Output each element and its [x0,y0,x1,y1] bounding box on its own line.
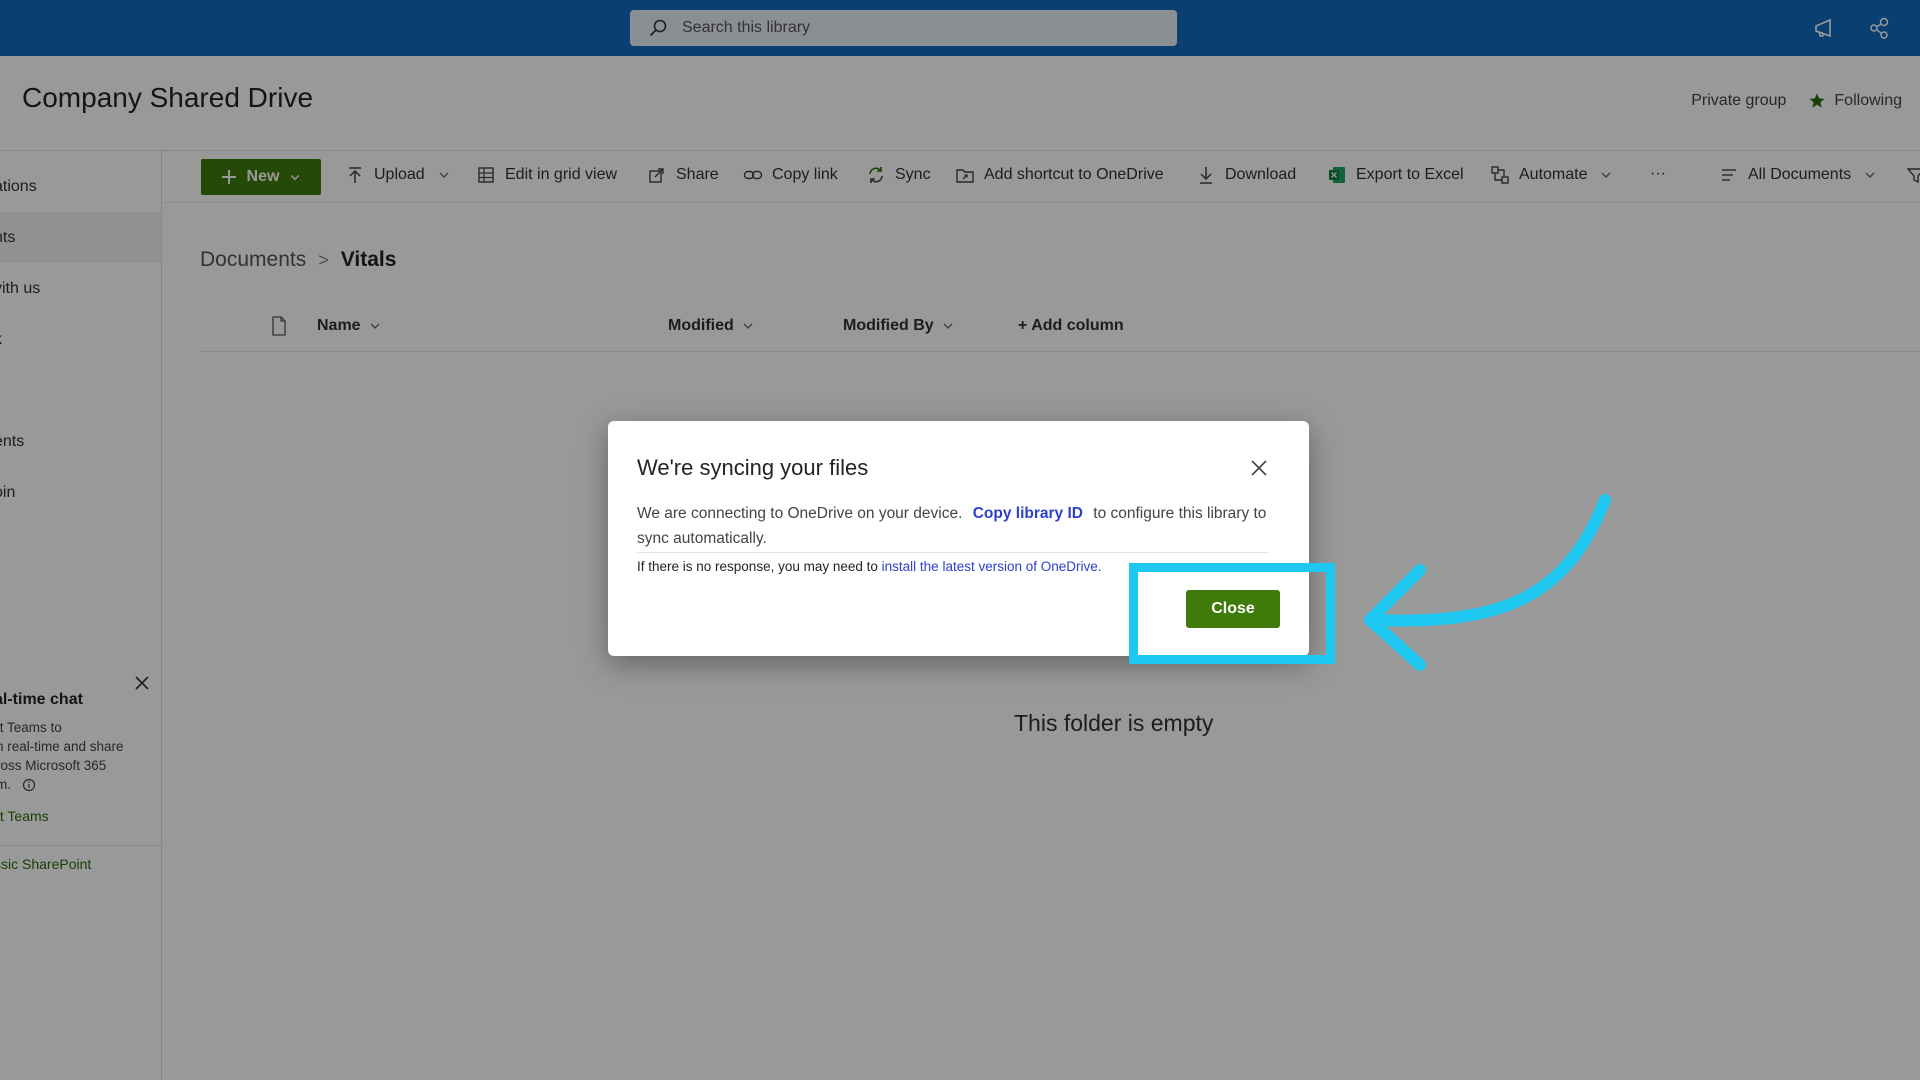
pointer-arrow-icon [1364,494,1611,671]
dialog-body-text: We are connecting to OneDrive on your de… [637,505,963,522]
install-onedrive-link[interactable]: install the latest version of OneDrive. [882,559,1102,574]
copy-library-id-link[interactable]: Copy library ID [973,505,1083,522]
close-icon[interactable] [1248,457,1270,479]
dialog-note: If there is no response, you may need to… [637,559,1102,574]
dialog-title: We're syncing your files [637,455,869,480]
dialog-divider [637,552,1269,553]
highlight-frame [1129,563,1335,664]
dialog-note-text: If there is no response, you may need to [637,559,878,574]
dialog-body: We are connecting to OneDrive on your de… [637,501,1277,551]
